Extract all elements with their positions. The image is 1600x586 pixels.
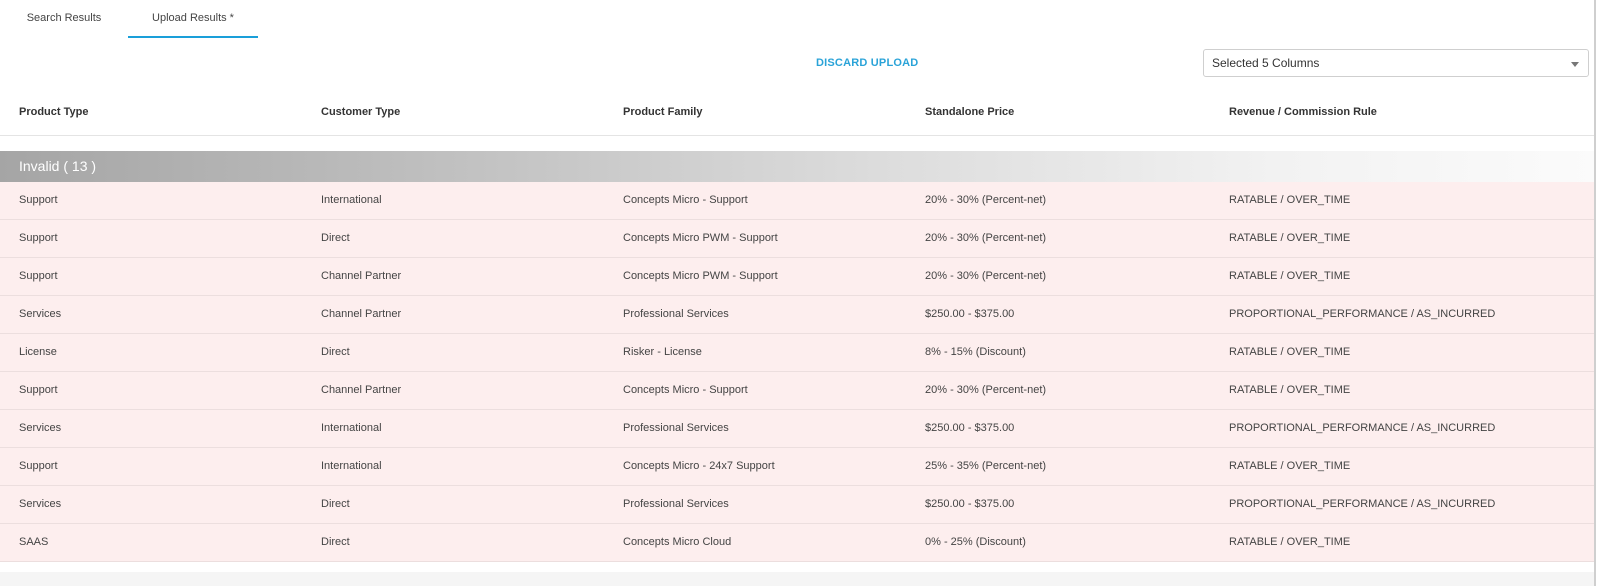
results-tabs: Search Results Upload Results * [0,0,258,38]
cell-standalone-price: 20% - 30% (Percent-net) [925,270,1047,282]
cell-standalone-price: $250.00 - $375.00 [925,308,1015,320]
cell-product-type: SAAS [19,536,49,548]
cell-customer-type: International [321,422,382,434]
cell-product-type: License [19,346,57,358]
upload-results-page: Search Results Upload Results * DISCARD … [0,0,1596,586]
cell-customer-type: International [321,460,382,472]
cell-product-family: Concepts Micro PWM - Support [623,232,778,244]
cell-customer-type: Direct [321,232,350,244]
cell-product-type: Support [19,232,58,244]
column-header-product-type[interactable]: Product Type [19,106,88,118]
table-row[interactable]: Support Channel Partner Concepts Micro P… [0,258,1594,296]
cell-revenue-rule: RATABLE / OVER_TIME [1229,270,1351,282]
table-row[interactable]: Support Channel Partner Concepts Micro -… [0,372,1594,410]
cell-product-family: Concepts Micro - Support [623,194,748,206]
group-label: Invalid ( 13 ) [19,158,97,174]
cell-product-type: Support [19,270,58,282]
cell-product-family: Concepts Micro - 24x7 Support [623,460,775,472]
cell-revenue-rule: RATABLE / OVER_TIME [1229,232,1351,244]
table-row[interactable]: Support International Concepts Micro - S… [0,182,1594,220]
column-selector-value: Selected 5 Columns [1212,56,1320,70]
cell-standalone-price: 20% - 30% (Percent-net) [925,384,1047,396]
cell-product-type: Support [19,384,58,396]
cell-product-type: Services [19,422,62,434]
cell-revenue-rule: RATABLE / OVER_TIME [1229,536,1351,548]
cell-revenue-rule: PROPORTIONAL_PERFORMANCE / AS_INCURRED [1229,422,1496,434]
cell-revenue-rule: PROPORTIONAL_PERFORMANCE / AS_INCURRED [1229,498,1496,510]
cell-product-family: Risker - License [623,346,702,358]
table-row[interactable]: Services Direct Professional Services $2… [0,486,1594,524]
cell-standalone-price: 20% - 30% (Percent-net) [925,232,1047,244]
cell-standalone-price: 0% - 25% (Discount) [925,536,1026,548]
cell-product-family: Professional Services [623,422,729,434]
invalid-group-header[interactable]: Invalid ( 13 ) [0,151,1594,183]
cell-customer-type: Channel Partner [321,308,402,320]
cell-customer-type: Direct [321,536,350,548]
cell-revenue-rule: PROPORTIONAL_PERFORMANCE / AS_INCURRED [1229,308,1496,320]
table-footer [0,572,1594,586]
column-selector-dropdown[interactable]: Selected 5 Columns [1203,49,1589,77]
cell-revenue-rule: RATABLE / OVER_TIME [1229,194,1351,206]
column-header-revenue-commission-rule[interactable]: Revenue / Commission Rule [1229,106,1377,118]
table-body: Support International Concepts Micro - S… [0,182,1594,562]
cell-standalone-price: 20% - 30% (Percent-net) [925,194,1047,206]
cell-product-type: Services [19,498,62,510]
cell-product-family: Professional Services [623,308,729,320]
cell-customer-type: Channel Partner [321,384,402,396]
cell-revenue-rule: RATABLE / OVER_TIME [1229,346,1351,358]
table-row[interactable]: Services International Professional Serv… [0,410,1594,448]
cell-standalone-price: $250.00 - $375.00 [925,422,1015,434]
cell-product-type: Support [19,460,58,472]
cell-customer-type: Direct [321,346,350,358]
column-header-customer-type[interactable]: Customer Type [321,106,400,118]
cell-revenue-rule: RATABLE / OVER_TIME [1229,384,1351,396]
cell-product-family: Concepts Micro PWM - Support [623,270,778,282]
cell-revenue-rule: RATABLE / OVER_TIME [1229,460,1351,472]
cell-standalone-price: 8% - 15% (Discount) [925,346,1026,358]
cell-standalone-price: $250.00 - $375.00 [925,498,1015,510]
tab-upload-results[interactable]: Upload Results * [128,0,258,38]
column-header-product-family[interactable]: Product Family [623,106,702,118]
cell-customer-type: Channel Partner [321,270,402,282]
cell-customer-type: International [321,194,382,206]
table-row[interactable]: Support International Concepts Micro - 2… [0,448,1594,486]
cell-standalone-price: 25% - 35% (Percent-net) [925,460,1047,472]
chevron-down-icon [1571,62,1579,67]
discard-upload-button[interactable]: DISCARD UPLOAD [816,57,918,69]
table-header: Product Type Customer Type Product Famil… [0,95,1594,136]
cell-product-family: Concepts Micro Cloud [623,536,732,548]
table-row[interactable]: SAAS Direct Concepts Micro Cloud 0% - 25… [0,524,1594,562]
cell-product-family: Concepts Micro - Support [623,384,748,396]
tab-search-results[interactable]: Search Results [0,0,128,38]
table-row[interactable]: Services Channel Partner Professional Se… [0,296,1594,334]
table-row[interactable]: Support Direct Concepts Micro PWM - Supp… [0,220,1594,258]
cell-customer-type: Direct [321,498,350,510]
table-row[interactable]: License Direct Risker - License 8% - 15%… [0,334,1594,372]
cell-product-family: Professional Services [623,498,729,510]
cell-product-type: Support [19,194,58,206]
cell-product-type: Services [19,308,62,320]
column-header-standalone-price[interactable]: Standalone Price [925,106,1014,118]
